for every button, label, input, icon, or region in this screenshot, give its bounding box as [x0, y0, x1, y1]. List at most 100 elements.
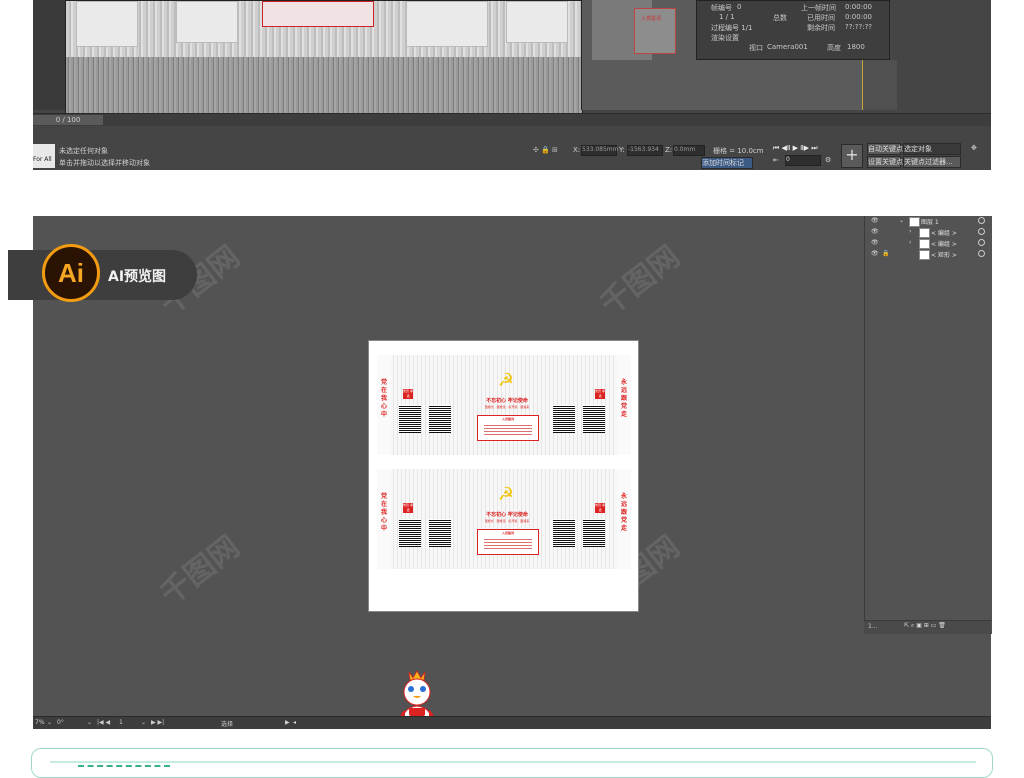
coord-x-label: X: — [573, 146, 581, 154]
artboard[interactable]: 党在我心中 永远跟党走 党员 承诺 ☭ 不忘初心 牢记使命 国旗光 · 跟党走 … — [368, 340, 639, 612]
set-key-button[interactable]: 设置关键点 — [867, 156, 903, 168]
layer-actions-icons[interactable]: ⇱ ⌕ ▣ ⊞ ▭ 🗑 — [904, 622, 946, 630]
wall-design[interactable]: 党在我心中 永远跟党走 党员 承诺 ☭ 不忘初心 牢记使命 国旗光 · 跟党走 … — [377, 469, 631, 569]
watermark: 千图网 — [593, 239, 687, 323]
design-left-slogan: 党在我心中 — [380, 379, 387, 418]
selected-object-dropdown[interactable]: 选定对象 — [903, 143, 961, 155]
chevron-down-icon[interactable]: ⌄ — [47, 719, 52, 726]
zoom-field[interactable]: 7% — [35, 719, 45, 726]
design-text-block — [429, 519, 451, 547]
design-text-block — [399, 405, 421, 433]
left-viewport-strip — [33, 0, 65, 110]
chevron-right-icon[interactable]: › — [909, 228, 911, 235]
oath-panel: 入党誓词 — [477, 415, 539, 441]
scroll-left-icon[interactable]: ◂ — [293, 719, 296, 726]
chevron-down-icon[interactable]: ⌄ — [899, 217, 904, 224]
layer-thumbnail — [919, 228, 930, 238]
auto-key-button[interactable]: 自动关键点 — [867, 143, 903, 155]
design-subslogan: 国旗光 · 跟党走 · 好开篇 · 跟我来 — [484, 519, 530, 523]
design-text-block — [583, 519, 605, 547]
layer-row[interactable]: 👁 ⌄ 图层 1 — [865, 216, 992, 227]
oath-line — [484, 539, 532, 540]
layer-name: < 矩形 > — [931, 252, 957, 259]
target-icon[interactable] — [978, 239, 985, 246]
perspective-viewport[interactable] — [65, 0, 583, 114]
design-red-tag: 党员 承诺 — [403, 389, 413, 399]
viewport-oath-box — [262, 1, 374, 27]
viewport-panel — [406, 1, 488, 47]
add-time-tag-button[interactable]: 添加时间标记 — [701, 157, 753, 169]
oath-line — [484, 425, 532, 426]
transform-mode-icon[interactable]: ✣ 🔒 ⊞ — [533, 146, 558, 154]
key-filters-button[interactable]: 关键点过滤器... — [903, 156, 961, 168]
target-icon[interactable] — [978, 250, 985, 257]
chevron-down-icon[interactable]: ⌄ — [87, 719, 92, 726]
design-slogan: 不忘初心 牢记使命 — [486, 398, 528, 404]
time-slider[interactable]: 0 / 100 — [33, 113, 991, 126]
layer-row[interactable]: 👁 › < 编组 > — [865, 238, 992, 249]
key-mode-icon[interactable]: ⇤ — [773, 156, 779, 164]
max-window: 入党誓词 帧编号 0 上一帧时间 0:00:00 1 / 1 总数 已用时间 0… — [33, 0, 991, 170]
design-text-block — [553, 519, 575, 547]
illustrator-logo-icon: Ai — [42, 244, 100, 302]
oath-panel: 入党誓词 — [477, 529, 539, 555]
frame-dashed-accent — [78, 765, 170, 771]
ai-status-bar: 7% ⌄ 0° ⌄ |◀ ◀ 1 ⌄ ▶ ▶| 选择 ▶ ◂ — [33, 716, 991, 729]
eye-icon[interactable]: 👁 — [871, 239, 879, 246]
design-slogan: 不忘初心 牢记使命 — [486, 512, 528, 518]
artboard-nav-icon[interactable]: |◀ ◀ — [97, 719, 110, 726]
oath-line — [484, 428, 532, 429]
eye-icon[interactable]: 👁 — [871, 250, 879, 257]
layer-row[interactable]: 👁 🔒 < 矩形 > — [865, 249, 992, 260]
viewport-panel — [176, 1, 238, 43]
lock-icon[interactable]: 🔒 — [882, 250, 889, 257]
design-text-block — [583, 405, 605, 433]
current-tool-label: 选择 — [221, 721, 234, 728]
play-icon[interactable]: ▶ — [285, 719, 290, 726]
viewport-camera-frame — [862, 60, 897, 110]
time-slider-thumb[interactable]: 0 / 100 — [33, 115, 103, 125]
eye-icon[interactable]: 👁 — [871, 228, 879, 235]
layer-name: < 编组 > — [931, 230, 957, 237]
set-key-big-button[interactable]: + — [841, 144, 863, 168]
eye-icon[interactable]: 👁 — [871, 217, 879, 224]
coord-y-field[interactable]: -1563.934 — [627, 145, 663, 156]
design-text-block — [399, 519, 421, 547]
status-bar: For All 未选定任何对象 单击并拖动以选择并移动对象 ✣ 🔒 ⊞ X: 5… — [33, 126, 991, 170]
artboard-number-field[interactable]: 1 — [119, 719, 123, 726]
coord-y-label: Y: — [619, 146, 625, 154]
viewport-panel — [506, 1, 568, 43]
viewport-panel — [76, 1, 138, 47]
rotation-field[interactable]: 0° — [57, 719, 64, 726]
time-config-icon[interactable]: ⚙ — [825, 156, 831, 164]
target-icon[interactable] — [978, 217, 985, 224]
render-progress-panel: 帧编号 0 上一帧时间 0:00:00 1 / 1 总数 已用时间 0:00:0… — [696, 0, 890, 60]
bottom-section-frame — [31, 748, 993, 778]
design-text-block — [429, 405, 451, 433]
playback-controls[interactable]: ⏮ ◀Ⅱ ▶ Ⅱ▶ ⏭ — [773, 144, 818, 153]
artboard-next-icon[interactable]: ▶ ▶| — [151, 719, 164, 726]
oath-line — [484, 431, 532, 432]
current-frame-field[interactable]: 0 — [785, 155, 821, 166]
status-prompt-line1: 未选定任何对象 — [59, 147, 108, 155]
chevron-right-icon[interactable]: › — [909, 239, 911, 246]
chevron-down-icon[interactable]: ⌄ — [141, 719, 146, 726]
maxscript-listener[interactable]: For All — [33, 144, 55, 168]
oath-line — [484, 548, 532, 549]
layers-panel[interactable]: 👁 ⌄ 图层 1 👁 › < 编组 > 👁 › < 编组 > 👁 🔒 < 矩形 … — [864, 216, 992, 634]
oath-title: 入党誓词 — [501, 417, 514, 421]
wall-design[interactable]: 党在我心中 永远跟党走 党员 承诺 ☭ 不忘初心 牢记使命 国旗光 · 跟党走 … — [377, 355, 631, 455]
coord-z-field[interactable]: 0.0mm — [673, 145, 705, 156]
ai-preview-badge — [8, 250, 197, 300]
coord-x-field[interactable]: 533.085mm — [581, 145, 619, 156]
party-emblem-icon: ☭ — [497, 484, 515, 505]
oath-line — [484, 434, 532, 435]
layers-panel-footer: 1... ⇱ ⌕ ▣ ⊞ ▭ 🗑 — [864, 620, 991, 634]
design-right-slogan: 永远跟党走 — [620, 493, 627, 532]
layer-row[interactable]: 👁 › < 编组 > — [865, 227, 992, 238]
target-icon[interactable] — [978, 228, 985, 235]
design-red-tag: 党员 承诺 — [403, 503, 413, 513]
key-nav-icon[interactable]: ✥ — [971, 144, 977, 152]
oath-title: 入党誓词 — [501, 531, 514, 535]
viewport-oath-thumbnail: 入党誓词 — [634, 8, 676, 54]
